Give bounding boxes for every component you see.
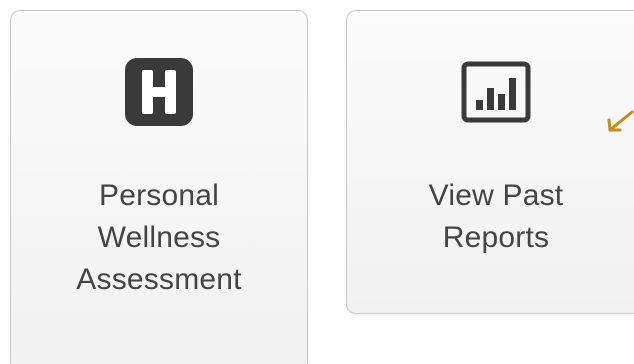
card-label: View Past Reports	[347, 175, 634, 259]
dashboard-tiles: Personal Wellness Assessment View Past R…	[0, 0, 634, 364]
view-past-reports-card[interactable]: View Past Reports	[346, 10, 634, 314]
card-label-line: View Past	[428, 179, 564, 212]
pointer-arrow-icon	[607, 110, 634, 132]
card-label-line: Personal	[98, 179, 219, 212]
personal-wellness-assessment-card[interactable]: Personal Wellness Assessment	[10, 10, 308, 364]
card-label: Personal Wellness Assessment	[11, 175, 307, 301]
card-label-line: Wellness	[97, 221, 221, 254]
bar-chart-icon	[461, 61, 531, 123]
card-label-line: Assessment	[76, 263, 242, 296]
card-label-line: Reports	[442, 221, 550, 254]
hospital-h-icon	[125, 58, 193, 126]
